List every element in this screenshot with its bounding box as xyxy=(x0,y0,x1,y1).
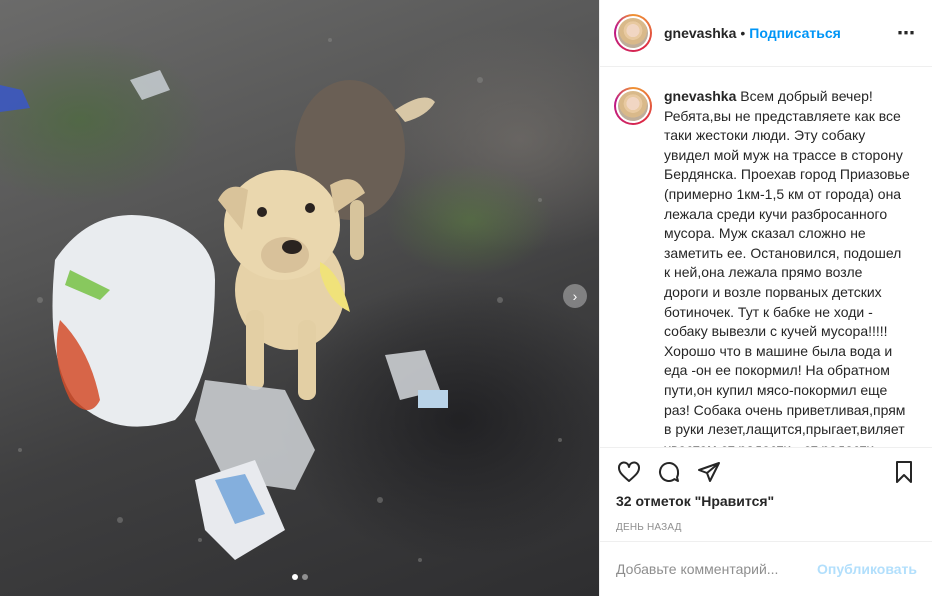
save-button[interactable] xyxy=(891,459,917,485)
bookmark-icon xyxy=(896,461,912,483)
post-header: gnevashka • Подписаться ⋯ xyxy=(600,0,932,67)
caption-avatar[interactable] xyxy=(614,87,652,125)
comment-input[interactable] xyxy=(616,561,818,577)
action-icons-row xyxy=(616,448,917,496)
avatar-image xyxy=(618,91,648,121)
post-photo[interactable]: › xyxy=(0,0,599,596)
caption-text: gnevashka Всем добрый вечер! Ребята,вы н… xyxy=(664,87,910,447)
follow-button[interactable]: Подписаться xyxy=(749,25,841,41)
avatar[interactable] xyxy=(614,14,652,52)
carousel-dot xyxy=(301,574,308,580)
chevron-right-icon: › xyxy=(572,288,578,304)
separator-dot: • xyxy=(740,25,746,41)
paper-plane-icon xyxy=(698,462,720,482)
caption-body: Всем добрый вечер! Ребята,вы не представ… xyxy=(664,88,910,447)
comment-button[interactable] xyxy=(656,459,682,485)
likes-count[interactable]: 32 отметок "Нравится" xyxy=(616,493,917,509)
comment-bubble-icon xyxy=(659,461,680,482)
share-button[interactable] xyxy=(696,459,722,485)
caption-section: gnevashka Всем добрый вечер! Ребята,вы н… xyxy=(600,67,932,447)
author-username[interactable]: gnevashka xyxy=(664,25,736,41)
actions-section: 32 отметок "Нравится" ДЕНЬ НАЗАД xyxy=(600,447,932,541)
carousel-next-button[interactable]: › xyxy=(563,284,587,308)
caption-username[interactable]: gnevashka xyxy=(664,88,736,104)
more-options-icon[interactable]: ⋯ xyxy=(897,23,916,44)
photo-illustration xyxy=(0,38,562,562)
post-side-panel: gnevashka • Подписаться ⋯ gnevashka Всем… xyxy=(599,0,932,596)
post-comment-button[interactable]: Опубликовать xyxy=(817,561,917,577)
heart-icon xyxy=(618,461,640,482)
add-comment-section: Опубликовать xyxy=(600,541,932,596)
carousel-indicator xyxy=(0,574,599,580)
like-button[interactable] xyxy=(616,459,642,485)
carousel-dot-active xyxy=(291,574,298,580)
avatar-image xyxy=(618,18,648,48)
post-timestamp[interactable]: ДЕНЬ НАЗАД xyxy=(616,522,917,533)
